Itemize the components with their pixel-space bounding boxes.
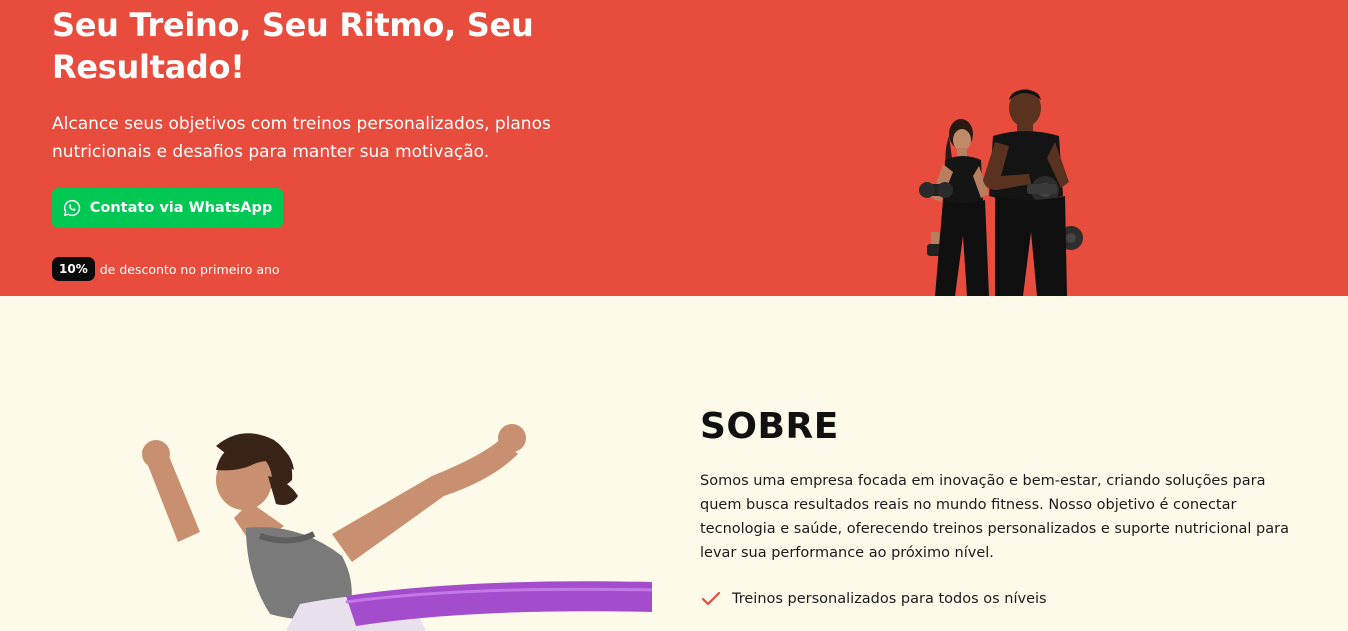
about-description: Somos uma empresa focada em inovação e b… — [700, 473, 1289, 561]
discount-note: 10% de desconto no primeiro ano — [52, 257, 280, 281]
hero-title: Seu Treino, Seu Ritmo, Seu Resultado! — [52, 6, 534, 86]
feature-label: Treinos personalizados para todos os nív… — [732, 591, 1047, 607]
runner-woman-image — [142, 424, 652, 631]
discount-badge: 10% — [52, 257, 95, 281]
whatsapp-contact-button[interactable]: Contato via WhatsApp — [52, 188, 283, 228]
about-section: SOBRE Somos uma empresa focada em inovaç… — [0, 296, 1348, 631]
hero-subtitle: Alcance seus objetivos com treinos perso… — [52, 114, 551, 162]
runner-figure — [142, 424, 652, 631]
man-figure — [983, 89, 1083, 296]
about-title: SOBRE — [700, 406, 839, 447]
whatsapp-icon — [63, 199, 81, 217]
discount-text: de desconto no primeiro ano — [99, 261, 280, 277]
hero-section: Seu Treino, Seu Ritmo, Seu Resultado! Al… — [0, 0, 1348, 296]
whatsapp-button-label: Contato via WhatsApp — [89, 200, 273, 216]
check-icon — [700, 590, 722, 608]
feature-item: Treinos personalizados para todos os nív… — [700, 590, 1047, 608]
fitness-couple-image — [919, 89, 1083, 296]
woman-figure — [919, 119, 989, 296]
